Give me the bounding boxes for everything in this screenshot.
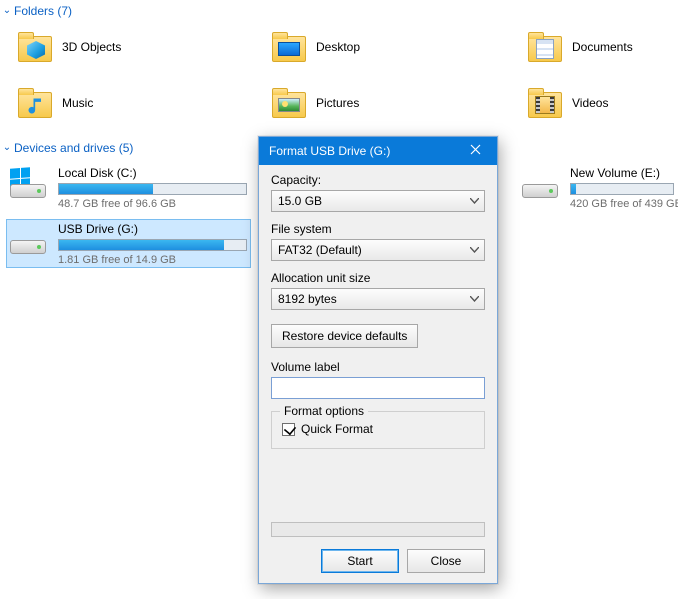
drive-name: Local Disk (C:) xyxy=(58,166,247,180)
folder-videos[interactable]: Videos xyxy=(528,88,608,118)
drive-name: New Volume (E:) xyxy=(570,166,674,180)
folder-icon xyxy=(18,88,52,118)
chevron-down-icon xyxy=(464,289,484,309)
chevron-down-icon xyxy=(464,240,484,260)
restore-defaults-button[interactable]: Restore device defaults xyxy=(271,324,418,348)
restore-defaults-label: Restore device defaults xyxy=(282,329,407,343)
drive-icon xyxy=(10,168,46,204)
folder-3d-objects[interactable]: 3D Objects xyxy=(18,32,121,62)
folder-label: Pictures xyxy=(316,96,359,110)
allocation-combo[interactable]: 8192 bytes xyxy=(271,288,485,310)
folder-icon xyxy=(528,32,562,62)
drive-new-volume-e[interactable]: New Volume (E:) 420 GB free of 439 GB xyxy=(518,163,678,212)
dialog-button-row: Start Close xyxy=(271,549,485,573)
drive-icon xyxy=(10,224,46,260)
dialog-body: Capacity: 15.0 GB File system FAT32 (Def… xyxy=(259,165,497,583)
capacity-label: Capacity: xyxy=(271,173,485,187)
format-options-title: Format options xyxy=(280,404,368,418)
drive-free-text: 48.7 GB free of 96.6 GB xyxy=(58,198,247,210)
folder-documents[interactable]: Documents xyxy=(528,32,633,62)
drive-free-text: 1.81 GB free of 14.9 GB xyxy=(58,254,247,266)
folder-icon xyxy=(272,32,306,62)
folders-group-header[interactable]: ⌄ Folders (7) xyxy=(0,0,678,22)
quick-format-label: Quick Format xyxy=(301,422,373,436)
drive-free-text: 420 GB free of 439 GB xyxy=(570,198,674,210)
capacity-value: 15.0 GB xyxy=(278,194,322,208)
film-icon xyxy=(535,96,555,114)
capacity-bar xyxy=(570,183,674,195)
folder-desktop[interactable]: Desktop xyxy=(272,32,360,62)
chevron-down-icon: ⌄ xyxy=(2,143,12,153)
format-dialog: Format USB Drive (G:) Capacity: 15.0 GB … xyxy=(258,136,498,584)
drive-icon xyxy=(522,168,558,204)
folder-label: 3D Objects xyxy=(62,40,121,54)
drive-name: USB Drive (G:) xyxy=(58,222,247,236)
folder-icon xyxy=(18,32,52,62)
start-button[interactable]: Start xyxy=(321,549,399,573)
folder-label: Documents xyxy=(572,40,633,54)
close-icon xyxy=(470,144,481,158)
folder-music[interactable]: Music xyxy=(18,88,93,118)
capacity-fill xyxy=(571,184,576,194)
drive-usb-g[interactable]: USB Drive (G:) 1.81 GB free of 14.9 GB xyxy=(6,219,251,268)
format-options-group: Format options Quick Format xyxy=(271,411,485,449)
drives-group-title: Devices and drives (5) xyxy=(14,141,133,155)
folder-icon xyxy=(528,88,562,118)
capacity-bar xyxy=(58,183,247,195)
filesystem-label: File system xyxy=(271,222,485,236)
quick-format-row[interactable]: Quick Format xyxy=(282,422,474,436)
filesystem-value: FAT32 (Default) xyxy=(278,243,362,257)
start-label: Start xyxy=(347,554,372,568)
document-icon xyxy=(536,39,554,59)
folder-label: Desktop xyxy=(316,40,360,54)
volume-label-label: Volume label xyxy=(271,360,485,374)
dialog-titlebar[interactable]: Format USB Drive (G:) xyxy=(259,137,497,165)
close-label: Close xyxy=(431,554,462,568)
quick-format-checkbox[interactable] xyxy=(282,423,295,436)
volume-label-input[interactable] xyxy=(271,377,485,399)
chevron-down-icon xyxy=(464,191,484,211)
folder-pictures[interactable]: Pictures xyxy=(272,88,359,118)
folder-icon xyxy=(272,88,306,118)
chevron-down-icon: ⌄ xyxy=(2,6,12,16)
drive-local-c[interactable]: Local Disk (C:) 48.7 GB free of 96.6 GB xyxy=(6,163,251,212)
desktop-icon xyxy=(278,42,300,56)
picture-icon xyxy=(278,98,300,112)
close-button[interactable] xyxy=(453,137,497,165)
capacity-fill xyxy=(59,240,224,250)
music-note-icon xyxy=(26,96,46,116)
capacity-combo[interactable]: 15.0 GB xyxy=(271,190,485,212)
close-dialog-button[interactable]: Close xyxy=(407,549,485,573)
allocation-label: Allocation unit size xyxy=(271,271,485,285)
folders-group-title: Folders (7) xyxy=(14,4,72,18)
folder-label: Videos xyxy=(572,96,608,110)
cube-icon xyxy=(27,41,45,59)
filesystem-combo[interactable]: FAT32 (Default) xyxy=(271,239,485,261)
allocation-value: 8192 bytes xyxy=(278,292,337,306)
folder-label: Music xyxy=(62,96,93,110)
folders-area: 3D Objects Desktop Documents Music Pictu… xyxy=(0,22,678,137)
capacity-bar xyxy=(58,239,247,251)
capacity-fill xyxy=(59,184,153,194)
format-progress-bar xyxy=(271,522,485,537)
dialog-title: Format USB Drive (G:) xyxy=(269,144,453,158)
